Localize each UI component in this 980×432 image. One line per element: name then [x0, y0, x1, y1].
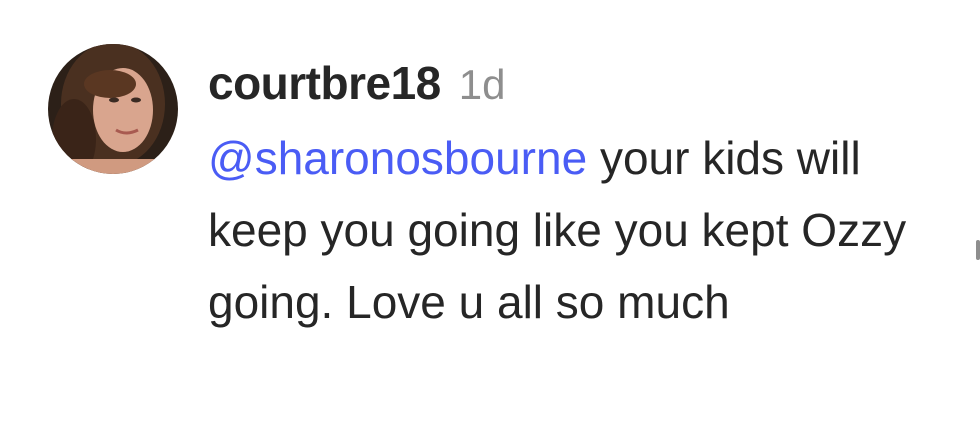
avatar[interactable] [48, 44, 178, 174]
comment: courtbre18 1d @sharonosbourne your kids … [48, 44, 948, 338]
scrollbar-edge [976, 240, 980, 260]
comment-header: courtbre18 1d [208, 56, 928, 112]
timestamp[interactable]: 1d [459, 61, 506, 109]
username-link[interactable]: courtbre18 [208, 56, 441, 110]
comment-body: courtbre18 1d @sharonosbourne your kids … [208, 56, 928, 338]
mention-link[interactable]: @sharonosbourne [208, 132, 587, 184]
avatar-photo [48, 44, 178, 174]
comment-text: @sharonosbourne your kids will keep you … [208, 122, 908, 338]
